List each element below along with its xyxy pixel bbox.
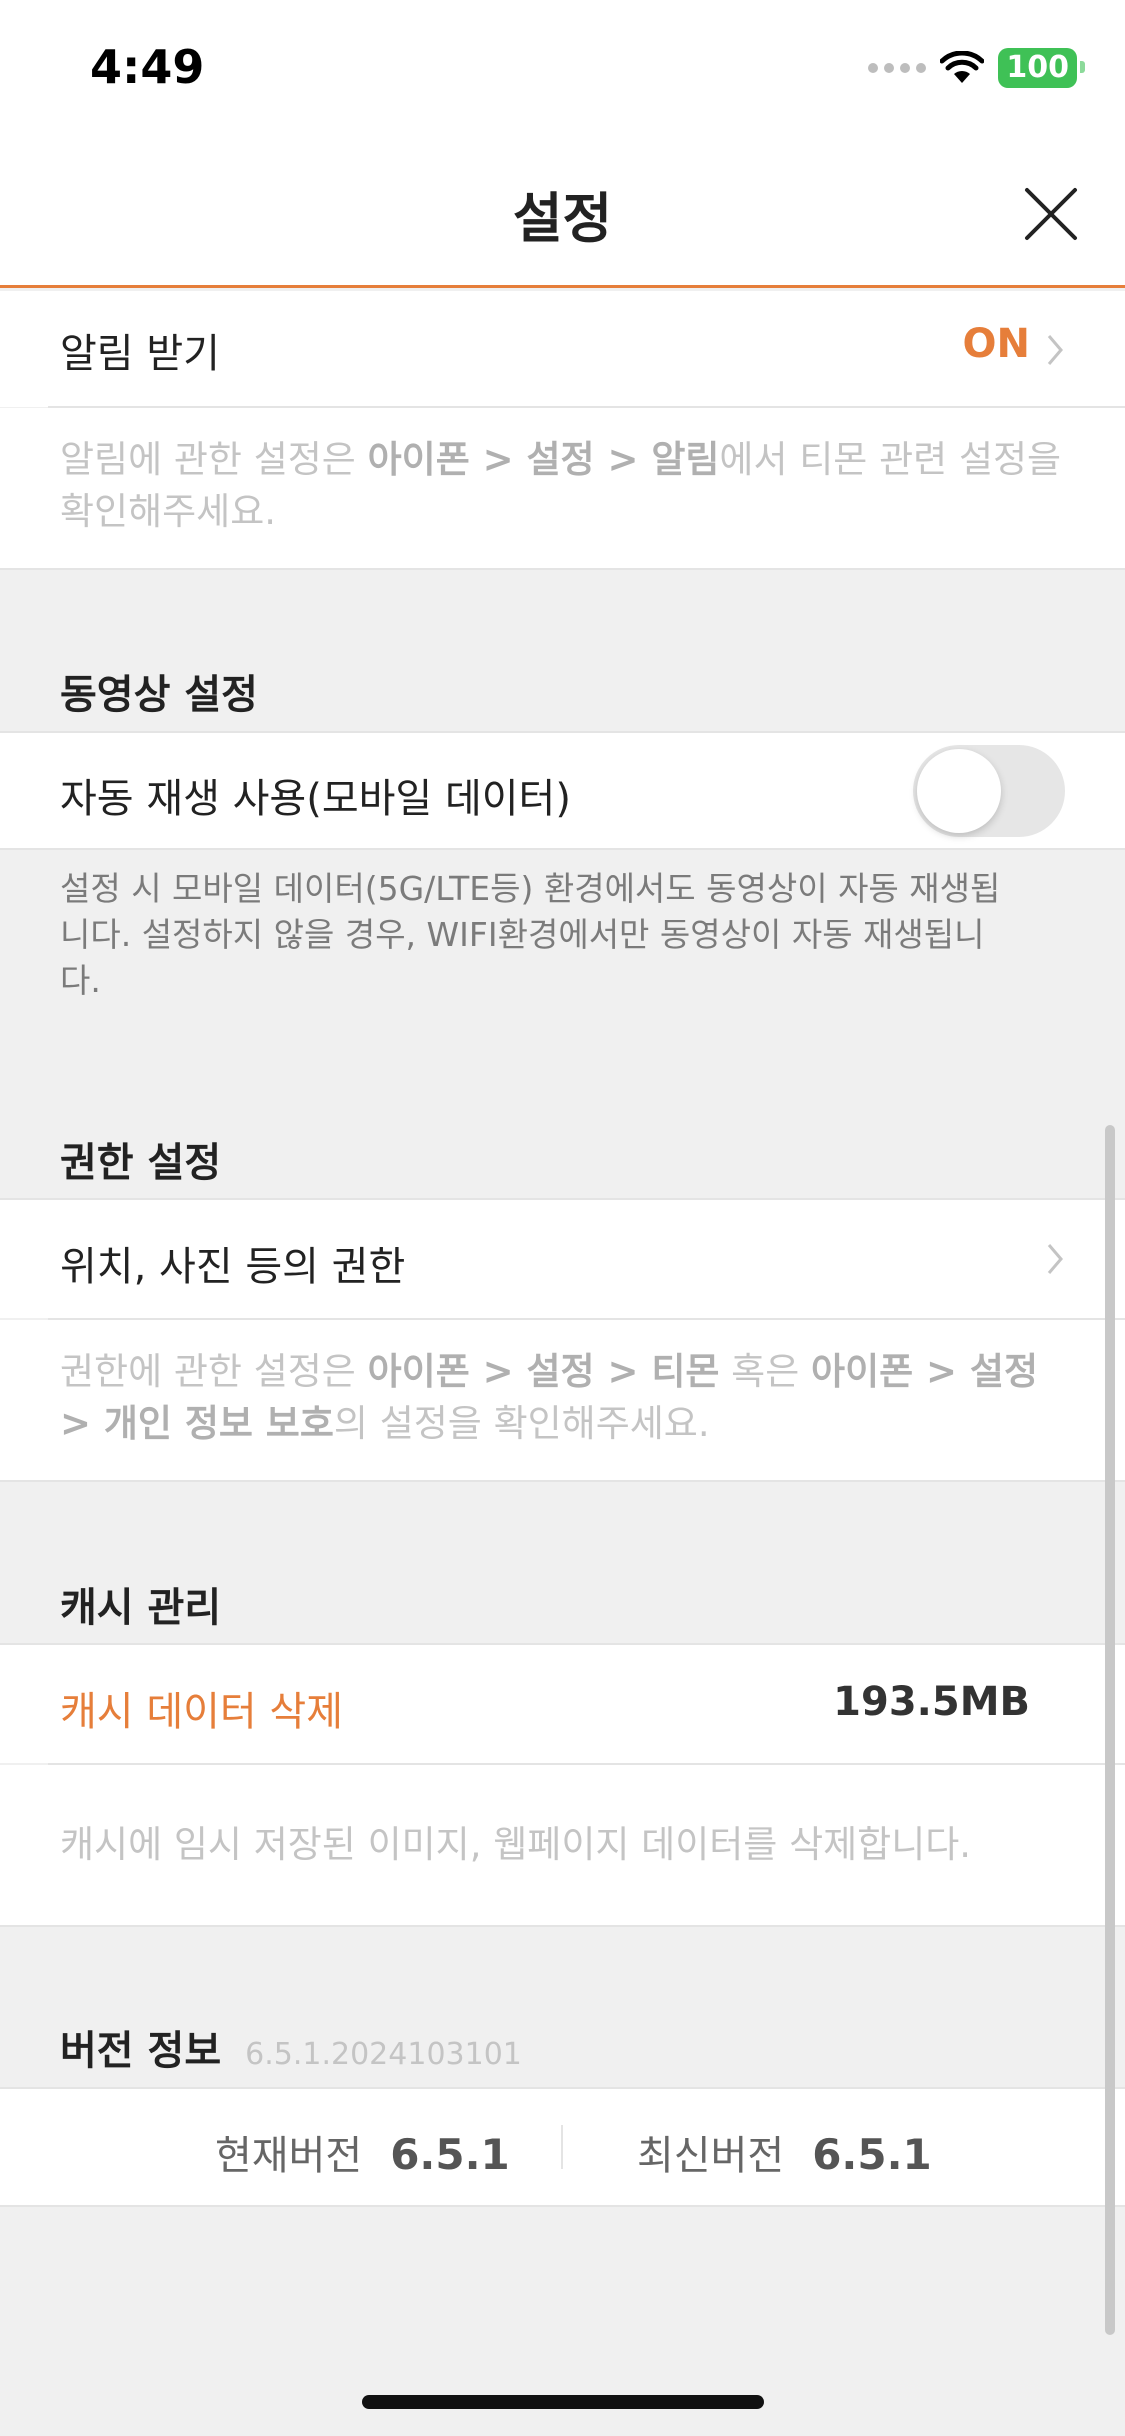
chevron-right-icon [1047,1244,1063,1274]
video-section-title: 동영상 설정 [60,672,258,718]
current-version-value: 6.5.1 [390,2130,510,2179]
notification-note: 알림에 관한 설정은 아이폰 > 설정 > 알림에서 티몬 관련 설정을 확인해… [60,438,1062,533]
cache-section-title: 캐시 관리 [60,1585,222,1631]
scrollbar[interactable] [1105,1125,1115,2335]
video-note: 설정 시 모바일 데이터(5G/LTE등) 환경에서도 동영상이 자동 재생됩니… [60,869,1001,1000]
permission-note: 권한에 관한 설정은 아이폰 > 설정 > 티몬 혹은 아이폰 > 설정 > 개… [60,1350,1038,1445]
cache-note-block: 캐시에 임시 저장된 이미지, 웹페이지 데이터를 삭제합니다. [0,1765,1125,1927]
latest-version-value: 6.5.1 [812,2130,932,2179]
notification-label: 알림 받기 [60,331,220,377]
permission-note-block: 권한에 관한 설정은 아이폰 > 설정 > 티몬 혹은 아이폰 > 설정 > 개… [0,1320,1125,1482]
home-indicator[interactable] [362,2395,764,2409]
cache-size: 193.5MB [833,1679,1030,1725]
autoplay-label: 자동 재생 사용(모바일 데이터) [60,776,571,822]
cellular-signal-icon [868,63,927,73]
wifi-icon [940,51,985,83]
status-bar: 4:49 100 [0,0,1125,140]
version-row: 현재버전 6.5.1 최신버전 6.5.1 [0,2089,1125,2207]
version-separator [561,2125,563,2169]
latest-version: 최신버전 6.5.1 [637,2123,932,2181]
version-section-title: 버전 정보 6.5.1.2024103101 [60,2018,522,2076]
notification-note-block: 알림에 관한 설정은 아이폰 > 설정 > 알림에서 티몬 관련 설정을 확인해… [0,408,1125,570]
chevron-right-icon [1047,335,1063,365]
current-version-label: 현재버전 [215,2133,363,2179]
version-title-text: 버전 정보 [60,2028,222,2074]
battery-icon: 100 [998,48,1085,88]
cache-delete-button[interactable]: 캐시 데이터 삭제 [60,1679,343,1737]
header: 설정 [0,140,1125,288]
latest-version-label: 최신버전 [637,2133,785,2179]
page-title: 설정 [512,187,613,250]
close-icon[interactable] [1021,184,1081,244]
current-version: 현재버전 6.5.1 [215,2123,510,2181]
status-time: 4:49 [90,40,205,94]
cache-delete-row[interactable]: 캐시 데이터 삭제 193.5MB [0,1645,1125,1763]
toggle-knob [917,749,1001,833]
notification-status: ON [962,321,1030,367]
notification-row[interactable]: 알림 받기 ON [0,291,1125,407]
permission-section-title: 권한 설정 [60,1140,222,1186]
permission-label: 위치, 사진 등의 권한 [60,1244,406,1290]
version-build: 6.5.1.2024103101 [245,2037,522,2072]
cache-note: 캐시에 임시 저장된 이미지, 웹페이지 데이터를 삭제합니다. [60,1823,972,1866]
autoplay-row: 자동 재생 사용(모바일 데이터) [0,733,1125,850]
status-icons: 100 [868,48,1085,88]
permission-row[interactable]: 위치, 사진 등의 권한 [0,1200,1125,1318]
autoplay-toggle[interactable] [913,745,1065,837]
